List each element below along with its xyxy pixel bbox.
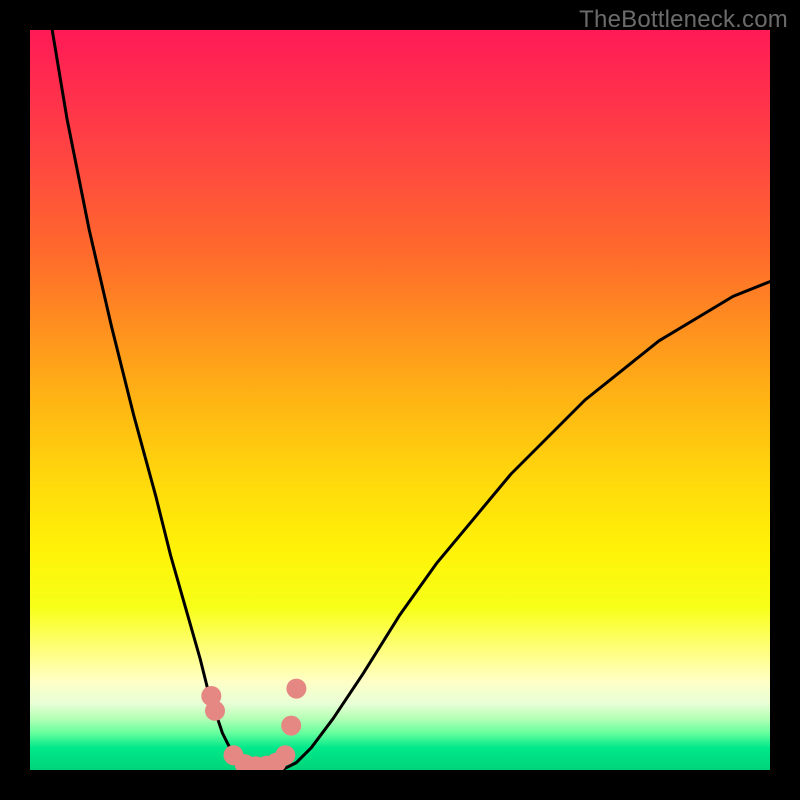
bottleneck-curve	[52, 30, 770, 770]
curve-layer	[30, 30, 770, 770]
watermark-text: TheBottleneck.com	[579, 6, 788, 34]
chart-frame: TheBottleneck.com	[0, 0, 800, 800]
highlighted-dots	[201, 679, 306, 770]
dot	[281, 716, 301, 736]
dot	[286, 679, 306, 699]
plot-area	[30, 30, 770, 770]
dot	[205, 701, 225, 721]
dot	[275, 745, 295, 765]
